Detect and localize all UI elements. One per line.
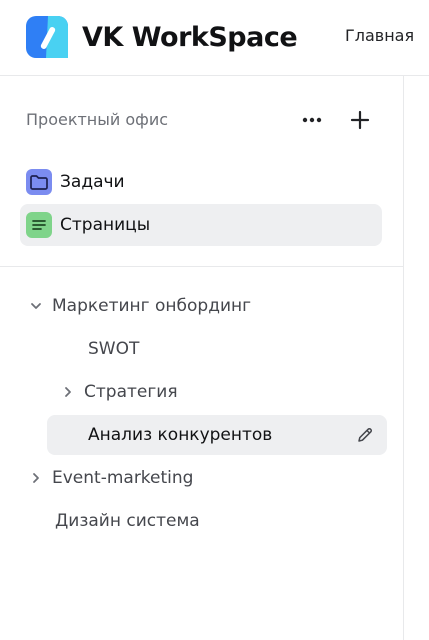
tree-item-competitor-analysis[interactable]: Анализ конкурентов <box>47 415 387 455</box>
sidebar: Проектный офис Задачи Страницы Маркетинг… <box>0 76 404 640</box>
section-title: Проектный офис <box>26 110 169 129</box>
add-button[interactable] <box>347 107 373 133</box>
plus-icon <box>350 110 370 130</box>
tree-item-label: Маркетинг онбординг <box>52 296 252 316</box>
pencil-icon[interactable] <box>355 425 375 445</box>
more-horizontal-icon <box>302 117 322 123</box>
tree-item-event-marketing[interactable]: Event-marketing <box>26 458 386 498</box>
menu-item-label: Страницы <box>60 215 151 235</box>
menu-item-label: Задачи <box>60 172 125 192</box>
sidebar-divider <box>0 266 404 267</box>
document-lines-icon <box>26 212 52 238</box>
nav-home-link[interactable]: Главная <box>345 24 414 48</box>
tree-item-design-system[interactable]: Дизайн система <box>55 501 386 541</box>
tree-item-label: Стратегия <box>84 382 178 402</box>
chevron-down-icon[interactable] <box>26 296 46 316</box>
chevron-right-icon[interactable] <box>26 468 46 488</box>
menu-item-pages[interactable]: Страницы <box>20 204 382 246</box>
app-title: VK WorkSpace <box>82 22 298 53</box>
tree-item-label: Дизайн система <box>55 511 200 531</box>
tree-item-swot[interactable]: SWOT <box>88 329 386 369</box>
tree-item-marketing-onboarding[interactable]: Маркетинг онбординг <box>26 286 386 326</box>
tree-item-label: SWOT <box>88 339 140 359</box>
top-header: VK WorkSpace Главная <box>0 0 429 76</box>
tree-item-label: Event-marketing <box>52 468 194 488</box>
tree-item-strategy[interactable]: Стратегия <box>58 372 386 412</box>
chevron-right-icon[interactable] <box>58 382 78 402</box>
content-area <box>405 76 429 640</box>
vk-workspace-logo-icon[interactable] <box>26 16 68 58</box>
more-options-button[interactable] <box>298 108 326 132</box>
folder-icon <box>26 169 52 195</box>
tree-item-label: Анализ конкурентов <box>88 425 273 445</box>
app-window: VK WorkSpace Главная Проектный офис Зада… <box>0 0 429 640</box>
menu-item-tasks[interactable]: Задачи <box>20 161 382 203</box>
